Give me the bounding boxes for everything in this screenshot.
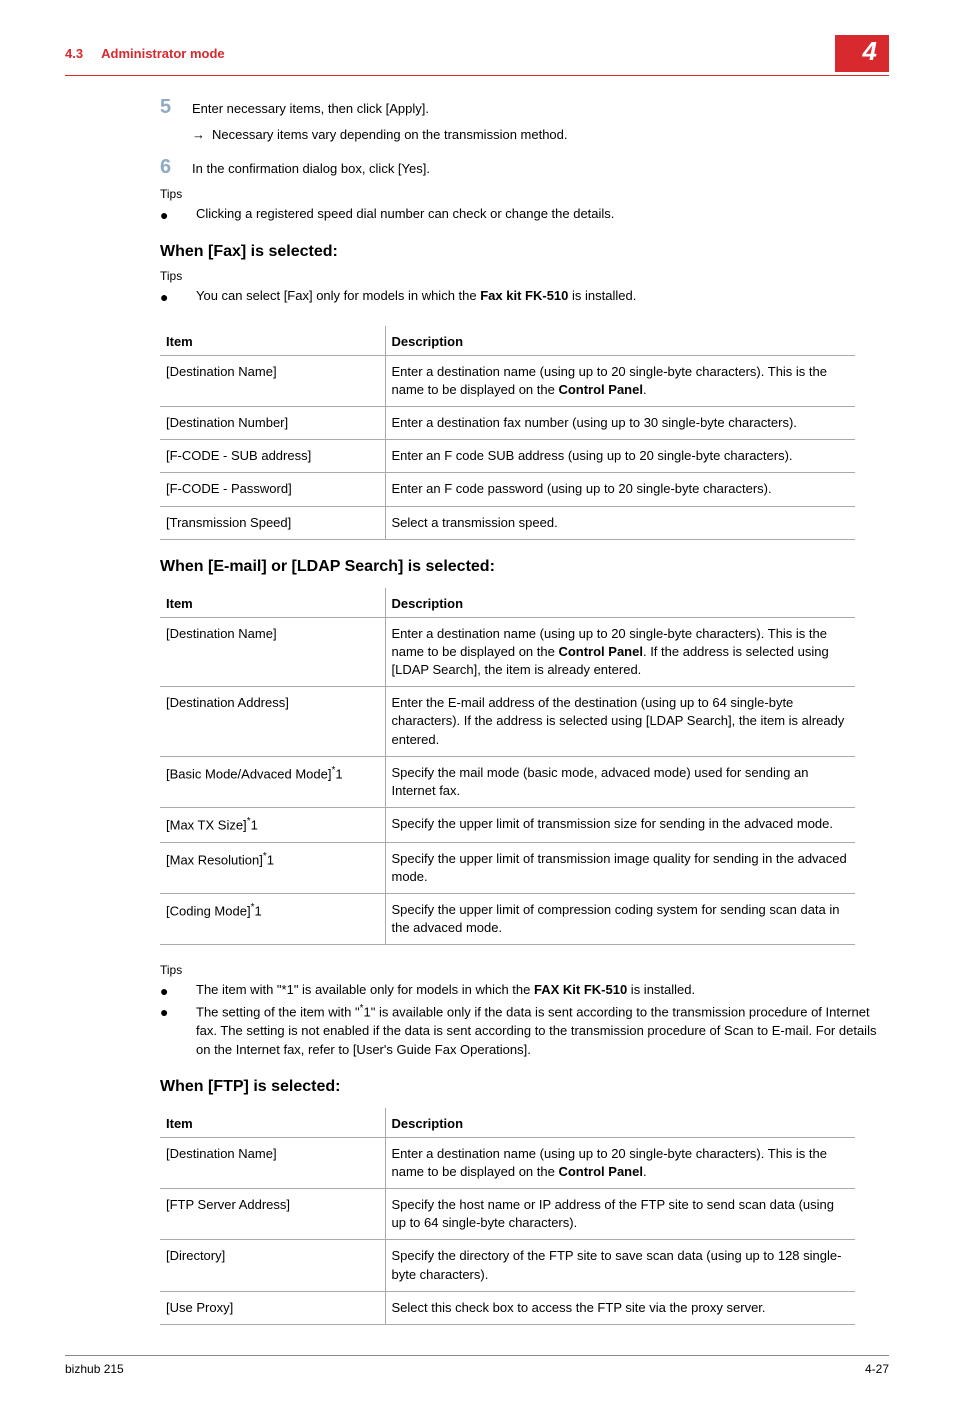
cell-desc: Enter an F code password (using up to 20… [385,473,855,506]
bullet-icon: ● [160,1002,196,1060]
cell-desc: Enter a destination name (using up to 20… [385,1137,855,1188]
tips-list: ● Clicking a registered speed dial numbe… [160,205,889,225]
table-header: Item Description [160,1108,855,1138]
step-number: 5 [160,96,192,119]
ftp-table: Item Description [Destination Name] Ente… [160,1108,855,1325]
list-item: ● You can select [Fax] only for models i… [160,287,889,307]
table-row: [Max Resolution]*1 Specify the upper lim… [160,842,855,893]
email-table: Item Description [Destination Name] Ente… [160,588,855,946]
th-item: Item [160,588,385,618]
page-footer: bizhub 215 4-27 [65,1355,889,1376]
cell-desc: Enter the E-mail address of the destinat… [385,687,855,757]
section-number: 4.3 [65,46,83,61]
cell-item: [Max TX Size]*1 [160,808,385,843]
arrow-icon: → [192,127,212,142]
th-desc: Description [385,588,855,618]
cell-desc: Specify the upper limit of transmission … [385,842,855,893]
bullet-text: You can select [Fax] only for models in … [196,287,636,307]
header-divider [65,75,889,76]
cell-desc: Specify the host name or IP address of t… [385,1189,855,1240]
cell-item: [Destination Name] [160,1137,385,1188]
cell-item: [Destination Address] [160,687,385,757]
cell-item: [Destination Name] [160,617,385,687]
table-row: [Use Proxy] Select this check box to acc… [160,1291,855,1324]
table-row: [Destination Address] Enter the E-mail a… [160,687,855,757]
bullet-text: The setting of the item with "*1" is ava… [196,1002,889,1060]
list-item: ● The item with "*1" is available only f… [160,981,889,1001]
step-number: 6 [160,156,192,179]
fax-heading: When [Fax] is selected: [160,243,889,261]
table-row: [F-CODE - SUB address] Enter an F code S… [160,440,855,473]
cell-desc: Specify the upper limit of transmission … [385,808,855,843]
list-item: ● Clicking a registered speed dial numbe… [160,205,889,225]
section-title: Administrator mode [101,46,225,61]
bullet-icon: ● [160,205,196,225]
bullet-text: The item with "*1" is available only for… [196,981,695,1001]
th-item: Item [160,1108,385,1138]
table-row: [Transmission Speed] Select a transmissi… [160,506,855,539]
chapter-number: 4 [835,35,889,72]
tips-label: Tips [160,963,889,977]
footer-left: bizhub 215 [65,1362,124,1376]
step-text: In the confirmation dialog box, click [Y… [192,156,430,179]
tips-label: Tips [160,187,889,201]
th-item: Item [160,326,385,356]
bullet-text: Clicking a registered speed dial number … [196,205,614,225]
cell-desc: Enter a destination fax number (using up… [385,406,855,439]
cell-item: [Basic Mode/Advaced Mode]*1 [160,756,385,807]
footer-right: 4-27 [865,1362,889,1376]
cell-item: [F-CODE - SUB address] [160,440,385,473]
cell-item: [Directory] [160,1240,385,1291]
page-header: 4.3 Administrator mode 4 [65,35,889,75]
cell-desc: Select a transmission speed. [385,506,855,539]
table-row: [Coding Mode]*1 Specify the upper limit … [160,894,855,945]
table-row: [F-CODE - Password] Enter an F code pass… [160,473,855,506]
cell-item: [Transmission Speed] [160,506,385,539]
bullet-icon: ● [160,981,196,1001]
cell-desc: Enter a destination name (using up to 20… [385,355,855,406]
th-desc: Description [385,326,855,356]
th-desc: Description [385,1108,855,1138]
table-row: [Destination Name] Enter a destination n… [160,355,855,406]
bullet-icon: ● [160,287,196,307]
table-row: [Destination Name] Enter a destination n… [160,1137,855,1188]
table-header: Item Description [160,588,855,618]
cell-desc: Specify the directory of the FTP site to… [385,1240,855,1291]
email-tips-list: ● The item with "*1" is available only f… [160,981,889,1059]
cell-desc: Select this check box to access the FTP … [385,1291,855,1324]
email-heading: When [E-mail] or [LDAP Search] is select… [160,558,889,576]
cell-item: [Coding Mode]*1 [160,894,385,945]
cell-item: [F-CODE - Password] [160,473,385,506]
cell-desc: Enter a destination name (using up to 20… [385,617,855,687]
sub-text: Necessary items vary depending on the tr… [212,127,568,142]
cell-item: [Destination Number] [160,406,385,439]
table-row: [FTP Server Address] Specify the host na… [160,1189,855,1240]
cell-item: [Max Resolution]*1 [160,842,385,893]
ftp-heading: When [FTP] is selected: [160,1078,889,1096]
step-text: Enter necessary items, then click [Apply… [192,96,429,119]
table-row: [Directory] Specify the directory of the… [160,1240,855,1291]
table-row: [Max TX Size]*1 Specify the upper limit … [160,808,855,843]
fax-tips-list: ● You can select [Fax] only for models i… [160,287,889,307]
step-5-sub: → Necessary items vary depending on the … [192,127,889,142]
table-header: Item Description [160,326,855,356]
cell-item: [FTP Server Address] [160,1189,385,1240]
table-row: [Destination Number] Enter a destination… [160,406,855,439]
table-row: [Destination Name] Enter a destination n… [160,617,855,687]
fax-table: Item Description [Destination Name] Ente… [160,326,855,540]
cell-item: [Use Proxy] [160,1291,385,1324]
tips-label: Tips [160,269,889,283]
step-5: 5 Enter necessary items, then click [App… [160,96,889,119]
cell-desc: Specify the upper limit of compression c… [385,894,855,945]
cell-desc: Enter an F code SUB address (using up to… [385,440,855,473]
cell-desc: Specify the mail mode (basic mode, advac… [385,756,855,807]
cell-item: [Destination Name] [160,355,385,406]
table-row: [Basic Mode/Advaced Mode]*1 Specify the … [160,756,855,807]
step-6: 6 In the confirmation dialog box, click … [160,156,889,179]
header-section: 4.3 Administrator mode [65,46,225,61]
list-item: ● The setting of the item with "*1" is a… [160,1002,889,1060]
